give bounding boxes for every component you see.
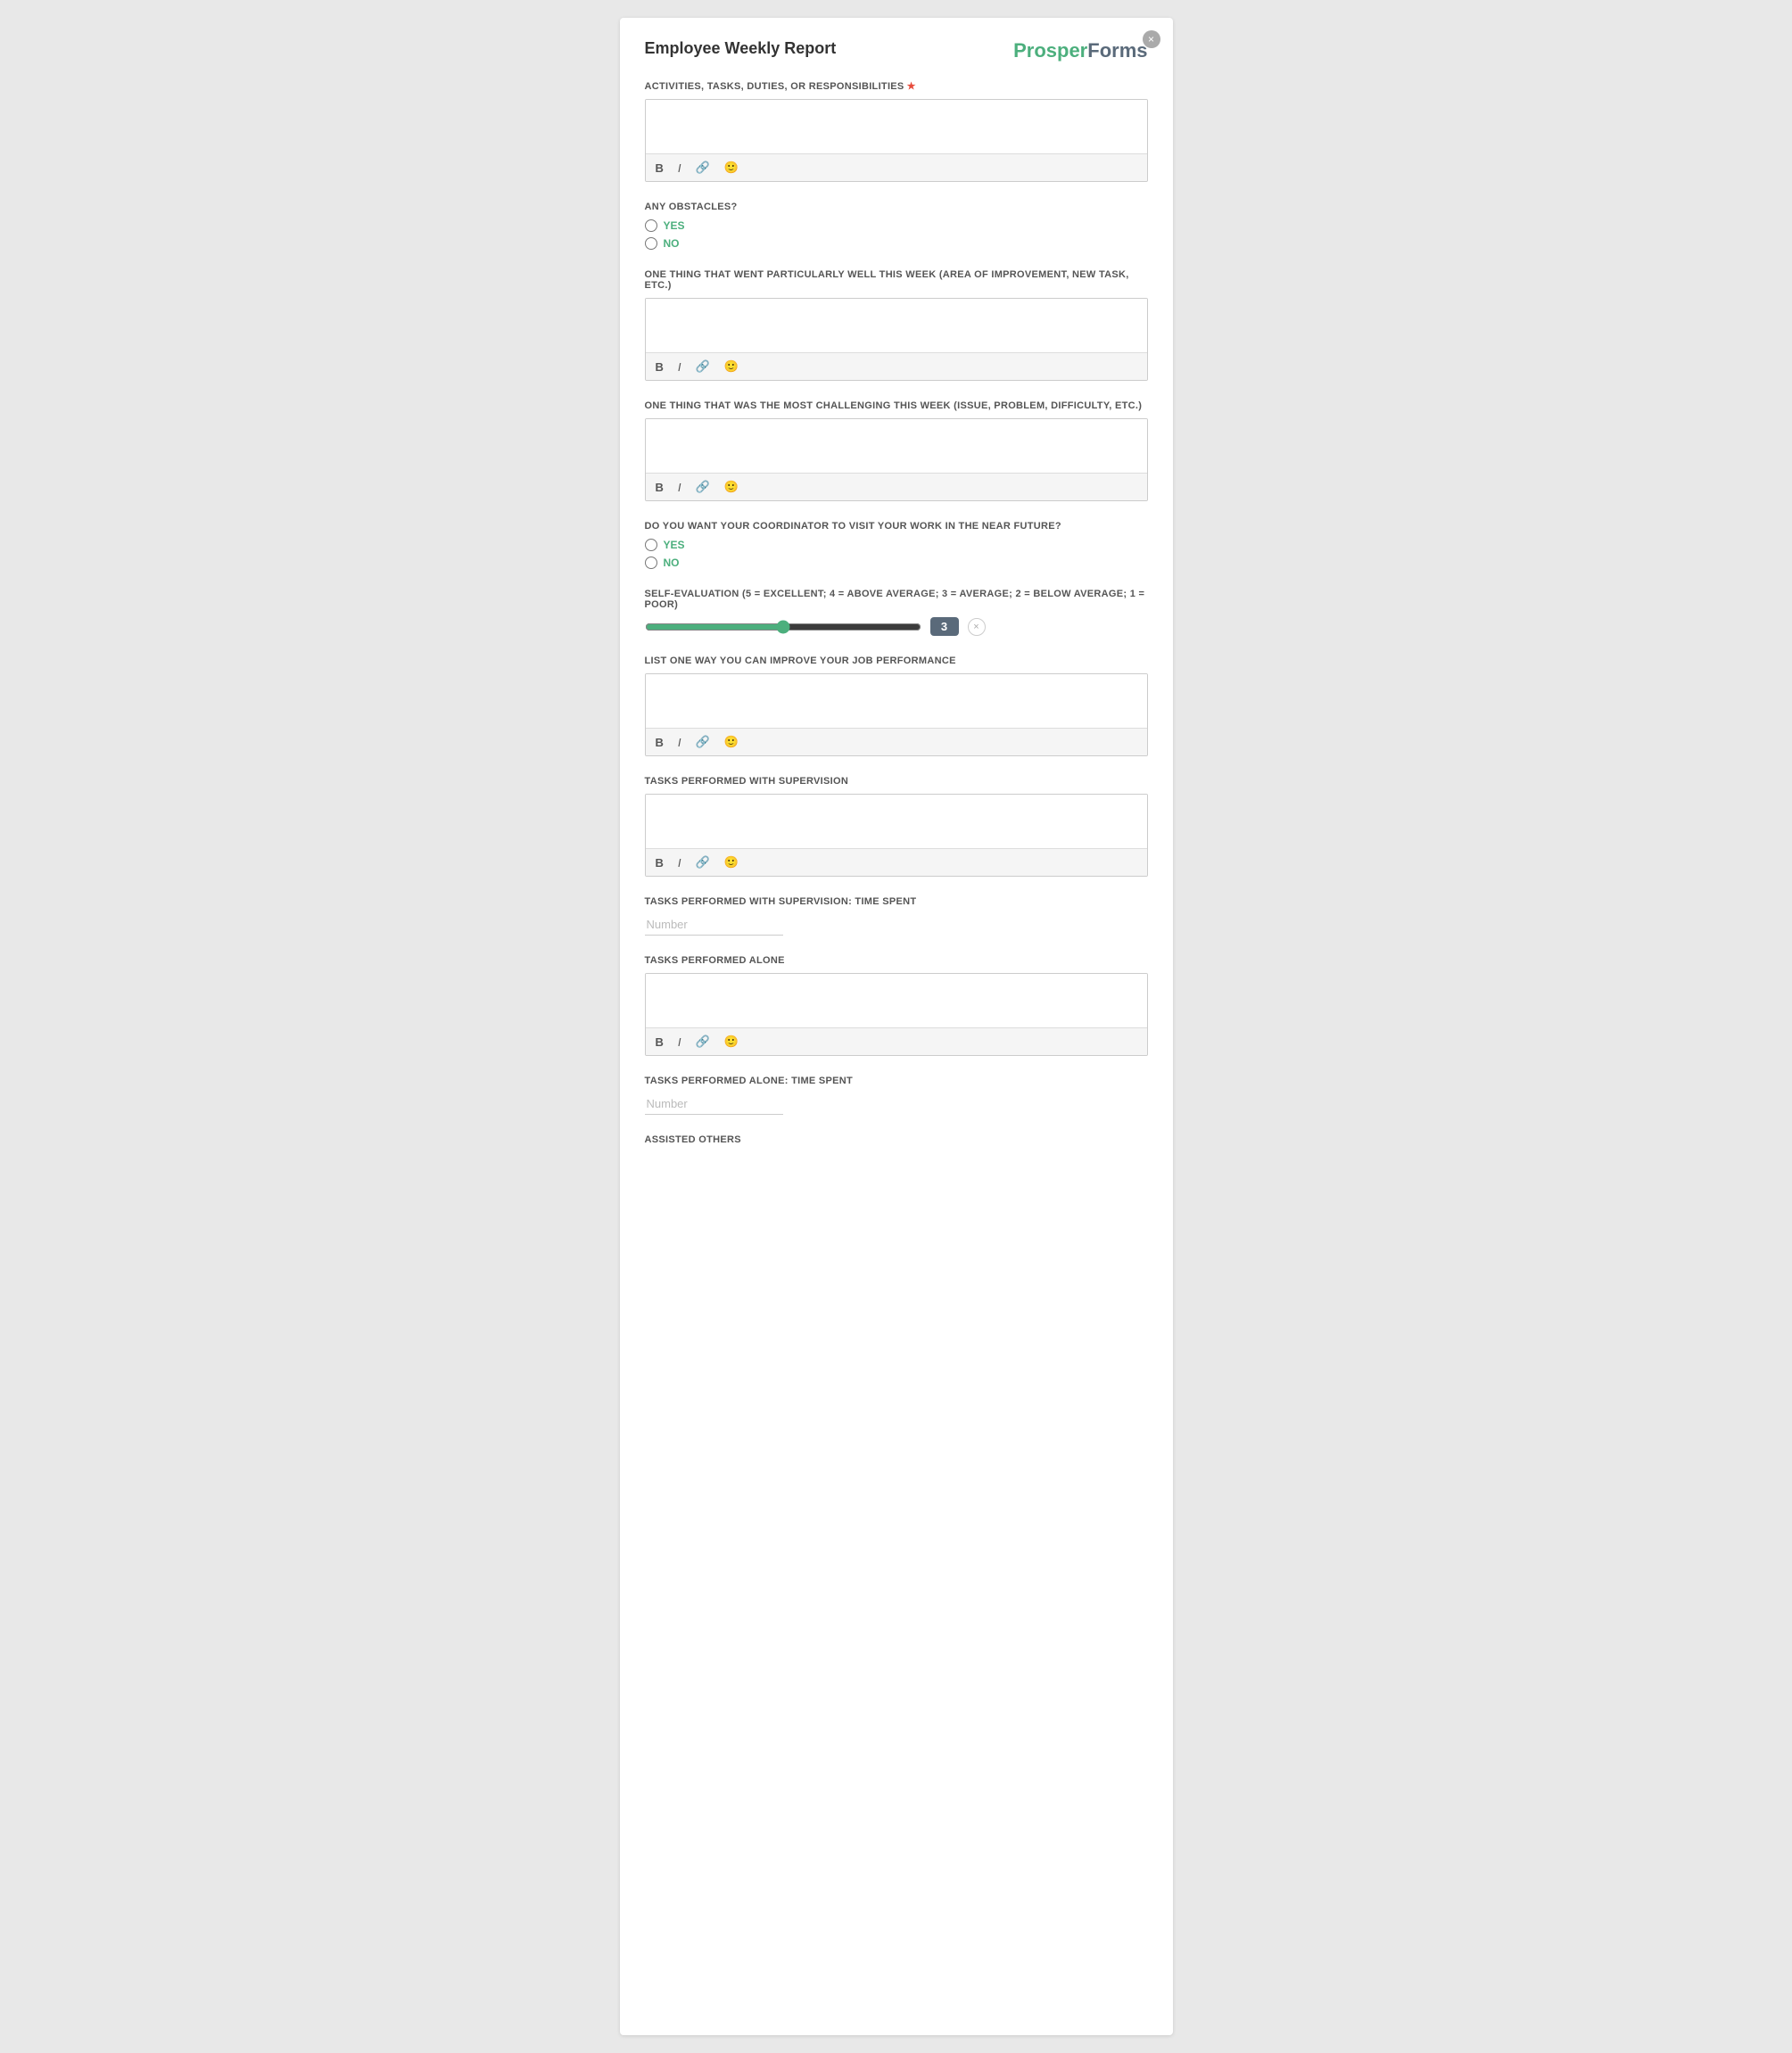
activities-link-btn[interactable]: 🔗 [693,159,713,177]
coordinator-no-radio[interactable] [645,557,657,569]
self-eval-clear-btn[interactable]: × [968,618,986,636]
tasks-sup-bold-btn[interactable]: B [653,854,666,871]
challenging-link-btn[interactable]: 🔗 [693,478,713,496]
tasks-supervision-input[interactable] [646,795,1147,844]
activities-section: ACTIVITIES, TASKS, DUTIES, OR RESPONSIBI… [645,80,1148,182]
improve-performance-toolbar: B I 🔗 🙂 [646,728,1147,755]
tasks-supervision-time-section: TASKS PERFORMED WITH SUPERVISION: TIME S… [645,896,1148,936]
logo-prosper: Prosper [1013,39,1087,62]
tasks-alone-toolbar: B I 🔗 🙂 [646,1027,1147,1055]
improve-performance-label: LIST ONE WAY YOU CAN IMPROVE YOUR JOB PE… [645,655,1148,666]
form-title-block: Employee Weekly Report [645,39,837,58]
activities-bold-btn[interactable]: B [653,160,666,177]
close-button[interactable]: × [1143,30,1160,48]
required-star: ★ [907,81,916,92]
improve-performance-rich-text: B I 🔗 🙂 [645,673,1148,756]
went-well-input[interactable] [646,299,1147,348]
logo-forms: Forms [1087,39,1147,62]
activities-label: ACTIVITIES, TASKS, DUTIES, OR RESPONSIBI… [645,80,1148,92]
improve-italic-btn[interactable]: I [675,734,684,751]
coordinator-yes-label: YES [664,539,685,551]
self-eval-slider[interactable] [645,620,921,634]
went-well-bold-btn[interactable]: B [653,359,666,375]
tasks-alone-rich-text: B I 🔗 🙂 [645,973,1148,1056]
self-eval-section: SELF-EVALUATION (5 = EXCELLENT; 4 = ABOV… [645,589,1148,636]
coordinator-visit-label: DO YOU WANT YOUR COORDINATOR TO VISIT YO… [645,521,1148,532]
obstacles-yes-label: YES [664,219,685,232]
tasks-supervision-time-label: TASKS PERFORMED WITH SUPERVISION: TIME S… [645,896,1148,907]
activities-toolbar: B I 🔗 🙂 [646,153,1147,181]
coordinator-yes-radio[interactable] [645,539,657,551]
tasks-alone-italic-btn[interactable]: I [675,1034,684,1051]
obstacles-label: ANY OBSTACLES? [645,202,1148,212]
tasks-sup-italic-btn[interactable]: I [675,854,684,871]
tasks-supervision-time-input[interactable] [645,914,783,936]
coordinator-visit-radio-group: YES NO [645,539,1148,569]
coordinator-yes-option[interactable]: YES [645,539,1148,551]
challenging-input[interactable] [646,419,1147,468]
tasks-alone-time-input[interactable] [645,1093,783,1115]
obstacles-section: ANY OBSTACLES? YES NO [645,202,1148,250]
went-well-section: ONE THING THAT WENT PARTICULARLY WELL TH… [645,269,1148,381]
assisted-others-section: ASSISTED OTHERS [645,1134,1148,1145]
went-well-toolbar: B I 🔗 🙂 [646,352,1147,380]
tasks-supervision-label: TASKS PERFORMED WITH SUPERVISION [645,776,1148,787]
obstacles-no-label: NO [664,237,680,250]
went-well-emoji-btn[interactable]: 🙂 [722,358,741,375]
coordinator-visit-section: DO YOU WANT YOUR COORDINATOR TO VISIT YO… [645,521,1148,569]
tasks-supervision-rich-text: B I 🔗 🙂 [645,794,1148,877]
tasks-alone-time-label: TASKS PERFORMED ALONE: TIME SPENT [645,1076,1148,1086]
activities-rich-text: B I 🔗 🙂 [645,99,1148,182]
tasks-alone-link-btn[interactable]: 🔗 [693,1033,713,1051]
obstacles-yes-radio[interactable] [645,219,657,232]
went-well-rich-text: B I 🔗 🙂 [645,298,1148,381]
tasks-alone-label: TASKS PERFORMED ALONE [645,955,1148,966]
challenging-toolbar: B I 🔗 🙂 [646,473,1147,500]
challenging-bold-btn[interactable]: B [653,479,666,496]
tasks-sup-link-btn[interactable]: 🔗 [693,853,713,871]
self-eval-label: SELF-EVALUATION (5 = EXCELLENT; 4 = ABOV… [645,589,1148,610]
assisted-others-label: ASSISTED OTHERS [645,1134,1148,1145]
challenging-italic-btn[interactable]: I [675,479,684,496]
improve-emoji-btn[interactable]: 🙂 [722,733,741,751]
tasks-alone-section: TASKS PERFORMED ALONE B I 🔗 🙂 [645,955,1148,1056]
improve-link-btn[interactable]: 🔗 [693,733,713,751]
tasks-supervision-section: TASKS PERFORMED WITH SUPERVISION B I 🔗 🙂 [645,776,1148,877]
tasks-alone-bold-btn[interactable]: B [653,1034,666,1051]
obstacles-radio-group: YES NO [645,219,1148,250]
self-eval-slider-container: 3 × [645,617,1148,636]
went-well-link-btn[interactable]: 🔗 [693,358,713,375]
activities-emoji-btn[interactable]: 🙂 [722,159,741,177]
improve-performance-input[interactable] [646,674,1147,723]
improve-performance-section: LIST ONE WAY YOU CAN IMPROVE YOUR JOB PE… [645,655,1148,756]
obstacles-no-radio[interactable] [645,237,657,250]
form-header: Employee Weekly Report ProsperForms [645,39,1148,62]
challenging-emoji-btn[interactable]: 🙂 [722,478,741,496]
form-title: Employee Weekly Report [645,39,837,58]
form-container: Employee Weekly Report ProsperForms × AC… [620,18,1173,2035]
tasks-alone-emoji-btn[interactable]: 🙂 [722,1033,741,1051]
went-well-italic-btn[interactable]: I [675,359,684,375]
coordinator-no-label: NO [664,557,680,569]
tasks-alone-input[interactable] [646,974,1147,1023]
tasks-sup-emoji-btn[interactable]: 🙂 [722,853,741,871]
challenging-section: ONE THING THAT WAS THE MOST CHALLENGING … [645,400,1148,501]
tasks-alone-time-section: TASKS PERFORMED ALONE: TIME SPENT [645,1076,1148,1115]
obstacles-no-option[interactable]: NO [645,237,1148,250]
tasks-supervision-toolbar: B I 🔗 🙂 [646,848,1147,876]
challenging-rich-text: B I 🔗 🙂 [645,418,1148,501]
improve-bold-btn[interactable]: B [653,734,666,751]
activities-italic-btn[interactable]: I [675,160,684,177]
obstacles-yes-option[interactable]: YES [645,219,1148,232]
logo: ProsperForms [1013,39,1147,62]
challenging-label: ONE THING THAT WAS THE MOST CHALLENGING … [645,400,1148,411]
activities-input[interactable] [646,100,1147,149]
went-well-label: ONE THING THAT WENT PARTICULARLY WELL TH… [645,269,1148,291]
self-eval-value: 3 [930,617,959,636]
coordinator-no-option[interactable]: NO [645,557,1148,569]
